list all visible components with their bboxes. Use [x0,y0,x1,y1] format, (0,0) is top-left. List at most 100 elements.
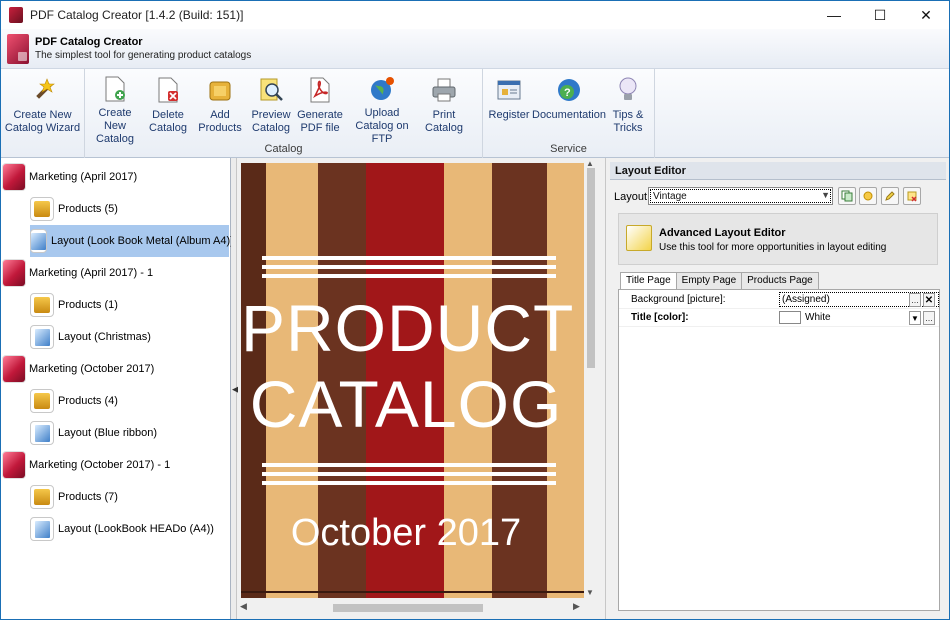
maximize-button[interactable]: ☐ [857,1,903,29]
pane-splitter[interactable]: ◀ [231,158,239,619]
scroll-right-icon[interactable]: ▶ [573,601,580,612]
scrollbar-thumb[interactable] [333,604,483,612]
catalog-icon [3,452,25,478]
ribbon-toolbar: Create New Catalog Wizard Create New Cat… [1,69,949,158]
tree-item-products[interactable]: Products (1) [30,291,118,319]
products-box-icon [30,197,54,221]
tree-item-products[interactable]: Products (5) [30,195,118,223]
chevron-down-icon[interactable]: ▼ [909,311,921,325]
tree-item-label: Products (7) [58,491,118,503]
globe-upload-icon [367,75,397,103]
preview-vertical-scrollbar[interactable]: ▲ ▼ [585,159,597,598]
products-box-icon [30,389,54,413]
create-new-catalog-button[interactable]: Create New Catalog [88,69,142,145]
property-grid: Background [picture]: (Assigned) … ✕ Tit… [618,289,940,611]
tree-item-label: Marketing (April 2017) [29,171,138,183]
tree-item-catalog[interactable]: Marketing (October 2017) [3,355,154,383]
layout-icon [30,229,47,253]
documentation-button[interactable]: ? Documentation [532,69,606,139]
browse-button[interactable]: … [923,311,935,325]
preview-title-line1: PRODUCT [241,291,575,365]
decorative-line [262,481,556,485]
preview-catalog-button[interactable]: Preview Catalog [246,69,296,139]
property-row[interactable]: Background [picture]: (Assigned) … ✕ [619,291,939,309]
lightbulb-icon [613,75,643,105]
catalog-tree: Marketing (April 2017) Products (5) Layo… [1,158,234,619]
register-button[interactable]: Register [486,69,532,139]
tree-item-products[interactable]: Products (4) [30,387,118,415]
layout-select-value: Vintage [653,190,687,202]
tab-title-page[interactable]: Title Page [620,272,677,290]
catalog-icon [3,164,25,190]
create-catalog-wizard-button[interactable]: Create New Catalog Wizard [5,69,81,139]
tree-item-catalog[interactable]: Marketing (April 2017) - 1 [3,259,153,287]
tree-item-catalog[interactable]: Marketing (October 2017) - 1 [3,451,170,479]
window-title: PDF Catalog Creator [1.4.2 (Build: 151)] [30,8,244,22]
preview-horizontal-scrollbar[interactable]: ◀ ▶ [238,601,585,615]
ribbon-button-label: Create New Catalog [96,107,134,145]
scroll-up-icon[interactable]: ▲ [586,159,594,168]
ribbon-button-label: Delete Catalog [149,109,187,134]
tree-item-label: Products (5) [58,203,118,215]
edit-layout-button[interactable] [881,187,899,205]
decorative-line [262,472,556,476]
new-document-icon [100,75,130,103]
tree-item-label: Marketing (October 2017) [29,363,155,375]
preview-title-line2: CATALOG [249,367,563,441]
print-catalog-button[interactable]: Print Catalog [420,69,468,139]
tab-products-page[interactable]: Products Page [741,272,819,289]
close-button[interactable]: ✕ [903,1,949,29]
app-logo [7,33,29,64]
tree-item-label: Layout (Blue ribbon) [58,427,158,439]
decorative-line [262,463,556,467]
decorative-line [262,265,556,269]
scroll-down-icon[interactable]: ▼ [586,588,594,597]
tree-item-label: Layout (LookBook HEADo (A4)) [58,523,214,535]
copy-layout-button[interactable] [838,187,856,205]
tips-tricks-button[interactable]: Tips & Tricks [606,69,650,139]
tree-item-layout[interactable]: Layout (Blue ribbon) [30,419,157,447]
tree-item-layout[interactable]: Layout (LookBook HEADo (A4)) [30,515,214,543]
scrollbar-thumb[interactable] [587,168,595,368]
decorative-line [262,256,556,260]
add-products-button[interactable]: Add Products [194,69,246,139]
star-icon [863,191,873,201]
upload-ftp-button[interactable]: Upload Catalog on FTP [344,69,420,145]
app-name: PDF Catalog Creator [35,35,143,48]
layout-icon [30,325,54,349]
tree-item-layout[interactable]: Layout (Christmas) [30,323,151,351]
ribbon-button-label: Upload Catalog on FTP [355,107,409,145]
generate-pdf-button[interactable]: Generate PDF file [296,69,344,139]
property-row[interactable]: Title [color]: White ▼ … [619,309,939,327]
ribbon-group-wizard: Create New Catalog Wizard [1,69,85,158]
property-value[interactable]: (Assigned) … ✕ [779,292,939,307]
pdf-icon [305,75,335,105]
property-value-text: (Assigned) [782,294,830,305]
property-name: Background [picture]: [631,294,726,305]
catalog-page-preview: PRODUCT CATALOG October 2017 [241,163,584,598]
window-controls: — ☐ ✕ [811,1,949,29]
layout-label: Layout [614,191,648,203]
tree-item-label: Layout (Look Book Metal (Album A4)) [51,235,234,247]
tab-empty-page[interactable]: Empty Page [675,272,743,289]
ribbon-group-label: Catalog [264,143,303,155]
scroll-left-icon[interactable]: ◀ [240,601,247,612]
browse-button[interactable]: … [909,293,921,307]
layout-select[interactable]: Vintage ▼ [648,187,833,205]
advanced-layout-editor-button[interactable]: Advanced Layout Editor Use this tool for… [618,213,938,265]
new-layout-button[interactable] [859,187,877,205]
tree-item-catalog[interactable]: Marketing (April 2017) [3,163,137,191]
help-globe-icon: ? [554,75,584,105]
tree-item-layout[interactable]: Layout (Look Book Metal (Album A4)) [30,225,234,257]
delete-catalog-button[interactable]: Delete Catalog [142,69,194,139]
tree-item-products[interactable]: Products (7) [30,483,118,511]
delete-layout-button[interactable] [903,187,921,205]
minimize-button[interactable]: — [811,1,857,29]
ribbon-button-label: Preview Catalog [251,109,291,134]
magic-wand-icon [28,75,58,105]
layout-editor-panel: Layout Editor Layout Vintage ▼ Advanced … [605,158,949,619]
clear-icon[interactable]: ✕ [923,293,935,307]
ribbon-button-label: Register [488,109,530,121]
ribbon-group-label: Service [550,143,587,155]
property-value[interactable]: White ▼ … [779,310,939,325]
